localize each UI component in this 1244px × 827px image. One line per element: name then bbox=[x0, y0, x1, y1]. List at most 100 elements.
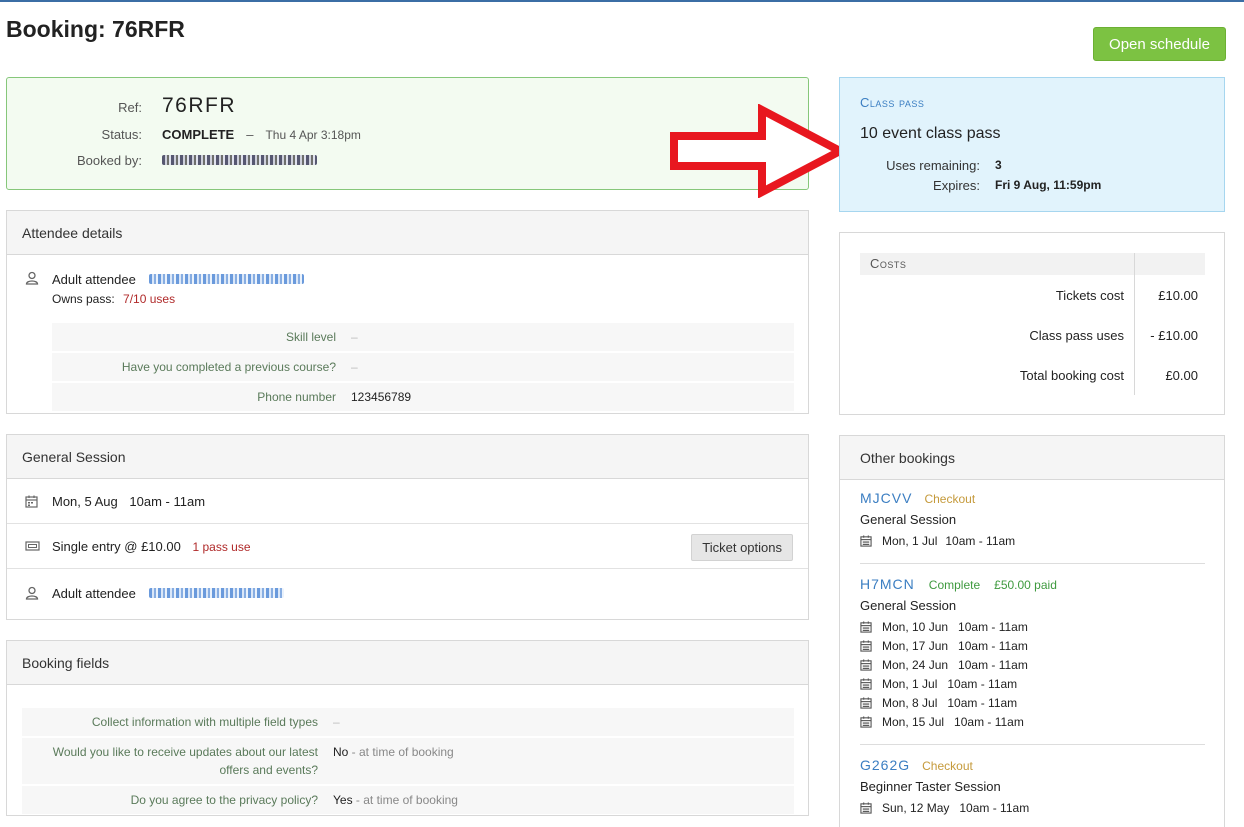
booking-session-name: General Session bbox=[860, 598, 957, 613]
status-row: Status: COMPLETE – Thu 4 Apr 3:18pm bbox=[7, 127, 361, 142]
booking-paid: £50.00 paid bbox=[994, 578, 1057, 592]
other-bookings-heading: Other bookings bbox=[840, 436, 1224, 480]
booking-time: 10am - 11am bbox=[959, 800, 1030, 815]
top-border bbox=[0, 0, 1244, 2]
page-title: Booking: 76RFR bbox=[6, 16, 185, 42]
other-booking-item: MJCVV Checkout General Session Mon, 1 Jul… bbox=[860, 490, 1205, 550]
uses-remaining-value: 3 bbox=[995, 158, 1002, 172]
attendee-fields: Skill level – Have you completed a previ… bbox=[52, 323, 794, 413]
ref-row: Ref: 76RFR bbox=[7, 94, 236, 118]
field-label: Have you completed a previous course? bbox=[121, 360, 336, 374]
booking-date: Mon, 24 Jun bbox=[882, 657, 949, 672]
general-session-panel: General Session Mon, 5 Aug 10am - 11am S… bbox=[6, 434, 809, 620]
booking-fields-heading: Booking fields bbox=[7, 641, 808, 685]
redacted-attendee-email bbox=[149, 588, 285, 598]
booked-by-label: Booked by: bbox=[76, 153, 142, 168]
calendar-icon bbox=[860, 639, 872, 652]
ticket-row: Single entry @ £10.00 1 pass use Ticket … bbox=[7, 524, 808, 569]
open-schedule-button[interactable]: Open schedule bbox=[1093, 27, 1226, 61]
booking-date: Mon, 1 Jul bbox=[882, 676, 938, 691]
ref-label: Ref: bbox=[118, 100, 142, 115]
divider bbox=[860, 563, 1205, 564]
ticket-icon bbox=[25, 540, 40, 555]
costs-heading: Costs bbox=[860, 253, 1135, 275]
costs-panel: Costs Tickets cost £10.00 Class pass use… bbox=[839, 232, 1225, 415]
cost-value: £10.00 bbox=[1158, 287, 1198, 303]
expires-label: Expires: bbox=[933, 178, 980, 193]
costs-table: Costs Tickets cost £10.00 Class pass use… bbox=[860, 253, 1205, 395]
booked-by-row: Booked by: bbox=[7, 153, 317, 168]
field-value: 123456789 bbox=[351, 390, 412, 404]
owns-pass-label: Owns pass: bbox=[52, 292, 115, 306]
booking-time: 10am - 11am bbox=[945, 533, 1016, 548]
field-row: Would you like to receive updates about … bbox=[22, 738, 794, 784]
calendar-icon bbox=[860, 801, 872, 814]
booking-date: Sun, 12 May bbox=[882, 800, 950, 815]
divider bbox=[860, 744, 1205, 745]
booking-link[interactable]: G262G bbox=[860, 757, 910, 773]
calendar-icon bbox=[860, 696, 872, 709]
booking-date-row: Mon, 1 Jul 10am - 11am bbox=[860, 531, 1205, 550]
booking-date: Mon, 1 Jul bbox=[882, 533, 938, 548]
booking-link[interactable]: MJCVV bbox=[860, 490, 912, 506]
field-row: Have you completed a previous course? – bbox=[52, 353, 794, 381]
booking-link[interactable]: H7MCN bbox=[860, 576, 915, 592]
session-date-row: Mon, 5 Aug 10am - 11am bbox=[7, 479, 808, 524]
booking-date: Mon, 8 Jul bbox=[882, 695, 938, 710]
calendar-icon bbox=[25, 495, 38, 511]
booking-time: 10am - 11am bbox=[947, 695, 1018, 710]
booking-date: Mon, 17 Jun bbox=[882, 638, 949, 653]
general-session-heading: General Session bbox=[7, 435, 808, 479]
booking-status: Complete bbox=[928, 578, 981, 592]
other-booking-item: H7MCN Complete £50.00 paid General Session… bbox=[860, 576, 1205, 731]
booking-date-row: Mon, 1 Jul 10am - 11am bbox=[860, 674, 1205, 693]
field-value: – bbox=[333, 715, 340, 729]
field-row: Do you agree to the privacy policy? Yes … bbox=[22, 786, 794, 814]
calendar-icon bbox=[860, 658, 872, 671]
status-label: Status: bbox=[101, 127, 142, 142]
booking-time: 10am - 11am bbox=[947, 676, 1018, 691]
session-time: 10am - 11am bbox=[129, 494, 206, 509]
owns-pass-value: 7/10 uses bbox=[123, 292, 176, 306]
field-row: Phone number 123456789 bbox=[52, 383, 794, 411]
cost-label: Total booking cost bbox=[860, 355, 1135, 395]
attendee-details-panel: Attendee details Adult attendee Owns pas… bbox=[6, 210, 809, 414]
ticket-options-button[interactable]: Ticket options bbox=[691, 534, 793, 561]
field-note: - at time of booking bbox=[348, 745, 454, 759]
field-row: Skill level – bbox=[52, 323, 794, 351]
calendar-icon bbox=[860, 620, 872, 633]
other-bookings-panel: Other bookings MJCVV Checkout General Ses… bbox=[839, 435, 1225, 827]
uses-remaining-label: Uses remaining: bbox=[886, 158, 980, 173]
status-date: Thu 4 Apr 3:18pm bbox=[265, 128, 361, 142]
field-label: Phone number bbox=[257, 390, 336, 404]
booking-session-name: Beginner Taster Session bbox=[860, 779, 1001, 794]
attendee-details-heading: Attendee details bbox=[7, 211, 808, 255]
booking-time: 10am - 11am bbox=[958, 619, 1028, 634]
field-label: Do you agree to the privacy policy? bbox=[130, 793, 318, 807]
calendar-icon bbox=[860, 534, 872, 547]
booking-time: 10am - 11am bbox=[958, 657, 1028, 672]
booking-date: Mon, 10 Jun bbox=[882, 619, 949, 634]
cost-label: Class pass uses bbox=[860, 315, 1135, 355]
booking-time: 10am - 11am bbox=[958, 638, 1028, 653]
field-value: – bbox=[351, 360, 358, 374]
annotation-arrow-icon bbox=[670, 104, 849, 198]
booking-date-row: Sun, 12 May 10am - 11am bbox=[860, 798, 1205, 817]
booking-fields-panel: Booking fields Collect information with … bbox=[6, 640, 809, 816]
other-booking-item: G262G Checkout Beginner Taster Session Su… bbox=[860, 757, 1205, 817]
field-row: Collect information with multiple field … bbox=[22, 708, 794, 736]
cost-row: Class pass uses - £10.00 bbox=[860, 315, 1205, 355]
ticket-description: Single entry @ £10.00 bbox=[52, 539, 181, 554]
booking-date-row: Mon, 24 Jun 10am - 11am bbox=[860, 655, 1205, 674]
expires-value: Fri 9 Aug, 11:59pm bbox=[995, 178, 1102, 192]
class-pass-heading: Class pass bbox=[860, 95, 925, 110]
pass-use: 1 pass use bbox=[192, 540, 251, 554]
redacted-attendee-email bbox=[149, 274, 305, 284]
calendar-icon bbox=[860, 715, 872, 728]
field-label: Collect information with multiple field … bbox=[91, 715, 318, 729]
booking-date-row: Mon, 10 Jun 10am - 11am bbox=[860, 617, 1205, 636]
cost-row: Tickets cost £10.00 bbox=[860, 275, 1205, 315]
booking-date-row: Mon, 8 Jul 10am - 11am bbox=[860, 693, 1205, 712]
session-attendee-type: Adult attendee bbox=[52, 586, 136, 601]
field-label: Skill level bbox=[285, 330, 336, 344]
